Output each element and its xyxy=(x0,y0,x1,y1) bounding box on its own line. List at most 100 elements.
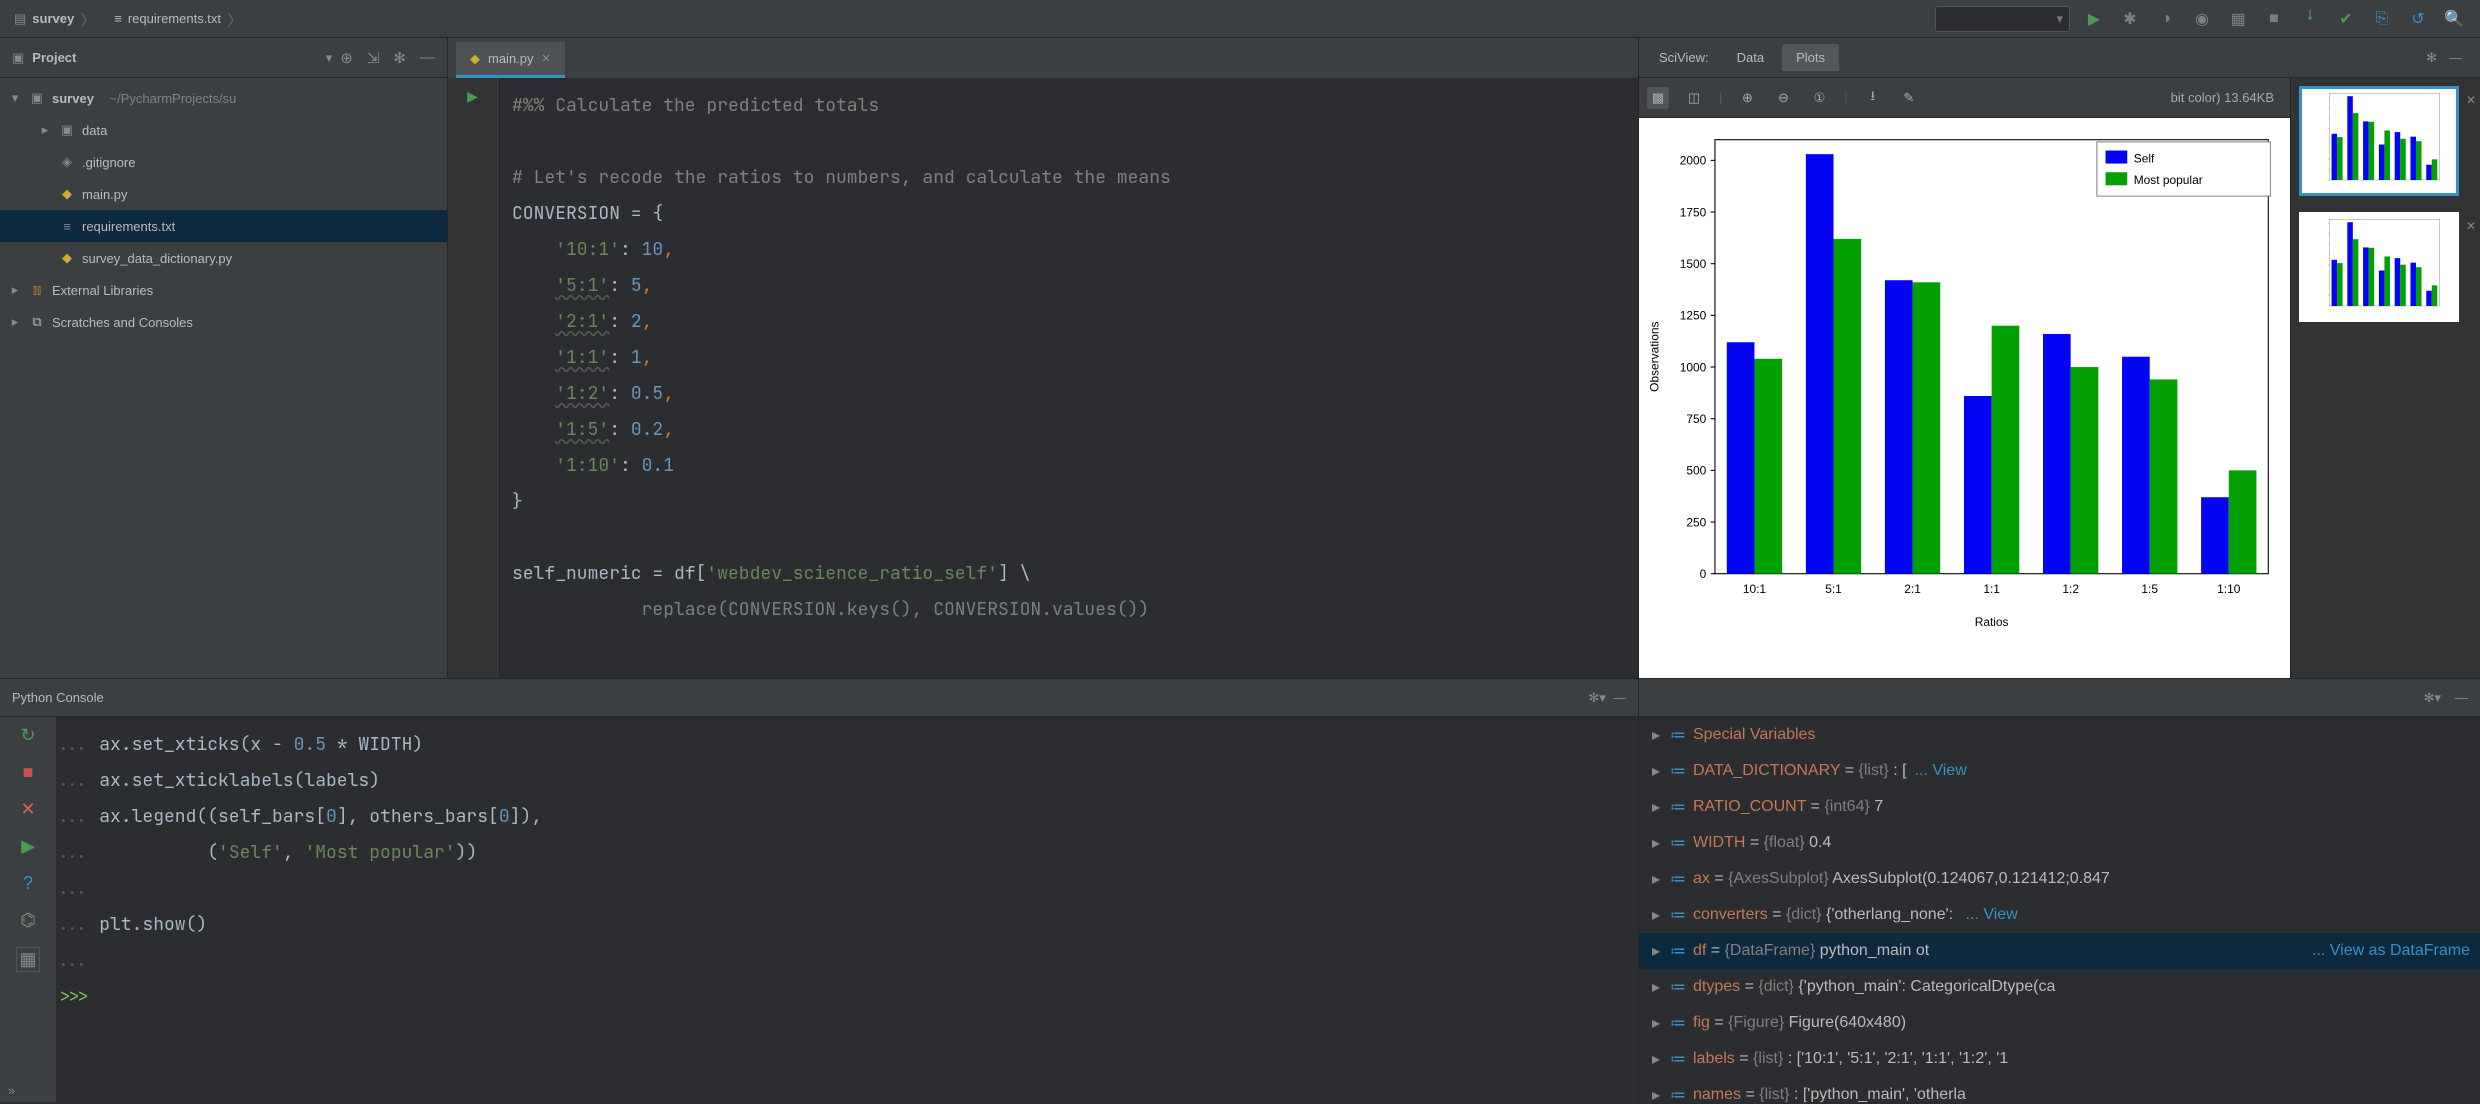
tree-item[interactable]: ▸▣data xyxy=(0,114,447,146)
var-icon: ≔ xyxy=(1669,869,1687,889)
svg-text:1:1: 1:1 xyxy=(1983,582,2000,596)
scratches[interactable]: ▸ ⧉ Scratches and Consoles xyxy=(0,306,447,338)
expand-all-icon[interactable]: ⇲ xyxy=(367,49,380,67)
settings-icon[interactable]: ✻ xyxy=(2426,50,2437,66)
actual-size-icon[interactable]: ▩ xyxy=(1647,87,1669,109)
svg-text:Ratios: Ratios xyxy=(1975,615,2009,629)
variable-row[interactable]: ▸ ≔ fig = {Figure} Figure(640x480) xyxy=(1639,1005,2480,1041)
variable-row[interactable]: ▸ ≔ names = {list} : ['python_main', 'ot… xyxy=(1639,1077,2480,1102)
zoom-reset-icon[interactable]: ① xyxy=(1808,87,1830,109)
stop-icon[interactable]: ■ xyxy=(2264,9,2284,29)
concurrency-icon[interactable]: ▦ xyxy=(2228,9,2248,29)
stop-icon[interactable]: ■ xyxy=(23,762,34,783)
hide-icon[interactable]: — xyxy=(2441,50,2470,65)
run-icon[interactable]: ▶ xyxy=(2084,9,2104,29)
project-tree: ▾ ▣ survey ~/PycharmProjects/su ▸▣data◈.… xyxy=(0,78,447,342)
breadcrumb-file[interactable]: ≡ requirements.txt 〉 xyxy=(108,5,249,33)
editor-gutter: ▶ xyxy=(448,78,498,678)
variable-row[interactable]: ▸ ≔ ax = {AxesSubplot} AxesSubplot(0.124… xyxy=(1639,861,2480,897)
var-icon: ≔ xyxy=(1669,1085,1687,1102)
folder-icon: ▣ xyxy=(28,90,46,106)
chevron-down-icon: ▾ xyxy=(2056,11,2063,27)
tree-root-name: survey xyxy=(52,91,94,106)
arrow-right-icon: ▸ xyxy=(8,282,22,298)
execute-icon[interactable]: ▶ xyxy=(21,836,35,857)
variable-row[interactable]: ▸ ≔ WIDTH = {float} 0.4 xyxy=(1639,825,2480,861)
variable-row[interactable]: ▸ ≔ df = {DataFrame} python_main ot... V… xyxy=(1639,933,2480,969)
tree-item[interactable]: ◆main.py xyxy=(0,178,447,210)
python-icon: ◆ xyxy=(58,186,76,202)
plot-thumb-1[interactable]: ✕ xyxy=(2299,86,2459,196)
debug-icon[interactable]: ✱ xyxy=(2120,9,2140,29)
close-icon[interactable]: ✕ xyxy=(542,52,551,65)
svg-text:1000: 1000 xyxy=(1680,360,1707,374)
show-vars-icon[interactable]: ▦ xyxy=(16,947,39,972)
arrow-right-icon: ▸ xyxy=(1649,941,1663,961)
console-output[interactable]: ... ax.set_xticks(x - 0.5 * WIDTH) ... a… xyxy=(56,717,1638,1102)
plot-thumb-2[interactable]: ✕ xyxy=(2299,212,2459,322)
editor: ◆ main.py ✕ ▶ #%% Calculate the predicte… xyxy=(448,38,1638,678)
view-link[interactable]: ... View as DataFrame xyxy=(2304,942,2470,960)
sciview-tab-plots[interactable]: Plots xyxy=(1782,44,1839,71)
var-icon: ≔ xyxy=(1669,1049,1687,1069)
plot-canvas[interactable]: 02505007501000125015001750200010:15:12:1… xyxy=(1639,118,2290,678)
hide-icon[interactable]: — xyxy=(420,49,435,67)
var-icon: ≔ xyxy=(1669,941,1687,961)
profile-icon[interactable]: ◉ xyxy=(2192,9,2212,29)
variable-row[interactable]: ▸ ≔ dtypes = {dict} {'python_main': Cate… xyxy=(1639,969,2480,1005)
sciview-tab-data[interactable]: Data xyxy=(1723,44,1778,71)
python-console: Python Console ✻▾ — ↻ ■ ✕ ▶ ? ⌬ ▦ ... ax… xyxy=(0,679,1638,1102)
view-link[interactable]: ... View xyxy=(1907,762,1967,779)
attach-debugger-icon[interactable]: ⌬ xyxy=(20,910,36,931)
arrow-right-icon: ▸ xyxy=(1649,761,1663,781)
run-cell-icon[interactable]: ▶ xyxy=(467,88,478,105)
settings-icon[interactable]: ✻▾ xyxy=(2424,690,2441,706)
breadcrumb-root-text: survey xyxy=(32,11,74,26)
save-icon[interactable]: ⭳ xyxy=(1862,87,1884,109)
coverage-icon[interactable]: ◑ xyxy=(2156,9,2176,29)
variable-row[interactable]: ▸ ≔ converters = {dict} {'otherlang_none… xyxy=(1639,897,2480,933)
vcs-push-icon[interactable]: ⎘ xyxy=(2372,9,2392,29)
locate-icon[interactable]: ⊕ xyxy=(340,49,353,67)
vcs-commit-icon[interactable]: ✔ xyxy=(2336,9,2356,29)
chevron-down-icon[interactable]: ▾ xyxy=(326,50,333,66)
close-icon[interactable]: ✕ xyxy=(2466,219,2476,233)
close-icon[interactable]: ✕ xyxy=(2466,93,2476,107)
svg-text:500: 500 xyxy=(1686,464,1706,478)
zoom-out-icon[interactable]: ⊖ xyxy=(1772,87,1794,109)
settings-icon[interactable]: ✻ xyxy=(393,49,406,67)
tree-item[interactable]: ◆survey_data_dictionary.py xyxy=(0,242,447,274)
variable-row[interactable]: ▸ ≔ Special Variables xyxy=(1639,717,2480,753)
variable-row[interactable]: ▸ ≔ DATA_DICTIONARY = {list} : [... View xyxy=(1639,753,2480,789)
rerun-icon[interactable]: ↻ xyxy=(20,725,35,746)
hide-icon[interactable]: — xyxy=(1613,690,1626,705)
tree-root[interactable]: ▾ ▣ survey ~/PycharmProjects/su xyxy=(0,82,447,114)
variable-row[interactable]: ▸ ≔ RATIO_COUNT = {int64} 7 xyxy=(1639,789,2480,825)
arrow-right-icon: ▸ xyxy=(1649,1049,1663,1069)
code-area[interactable]: #%% Calculate the predicted totals # Let… xyxy=(498,78,1638,678)
settings-icon[interactable]: ✻▾ xyxy=(1588,690,1605,706)
color-picker-icon[interactable]: ✎ xyxy=(1898,87,1920,109)
variable-row[interactable]: ▸ ≔ labels = {list} : ['10:1', '5:1', '2… xyxy=(1639,1041,2480,1077)
view-link[interactable]: ... View xyxy=(1958,906,2018,923)
svg-text:1750: 1750 xyxy=(1680,205,1707,219)
close-icon[interactable]: ✕ xyxy=(20,799,35,820)
help-icon[interactable]: ? xyxy=(23,873,33,894)
hide-icon[interactable]: — xyxy=(2455,690,2468,705)
editor-tab-main-py[interactable]: ◆ main.py ✕ xyxy=(456,42,565,78)
breadcrumb-root[interactable]: ▤ survey 〉 xyxy=(8,5,102,33)
fit-icon[interactable]: ◫ xyxy=(1683,87,1705,109)
search-icon[interactable]: 🔍 xyxy=(2444,9,2464,29)
vcs-update-icon[interactable]: ⭭ xyxy=(2300,9,2320,29)
plot-info-text: bit color) 13.64KB xyxy=(1934,90,2282,105)
run-config-select[interactable]: ▾ xyxy=(1935,6,2070,32)
history-icon[interactable]: ↺ xyxy=(2408,9,2428,29)
folder-icon: ▣ xyxy=(58,122,76,138)
tool-window-bar[interactable]: » xyxy=(8,1083,15,1098)
tree-item[interactable]: ◈.gitignore xyxy=(0,146,447,178)
svg-text:2000: 2000 xyxy=(1680,154,1707,168)
zoom-in-icon[interactable]: ⊕ xyxy=(1736,87,1758,109)
external-libraries[interactable]: ▸ ⫾⫾ External Libraries xyxy=(0,274,447,306)
tree-item[interactable]: ≡requirements.txt xyxy=(0,210,447,242)
external-libraries-label: External Libraries xyxy=(52,283,153,298)
